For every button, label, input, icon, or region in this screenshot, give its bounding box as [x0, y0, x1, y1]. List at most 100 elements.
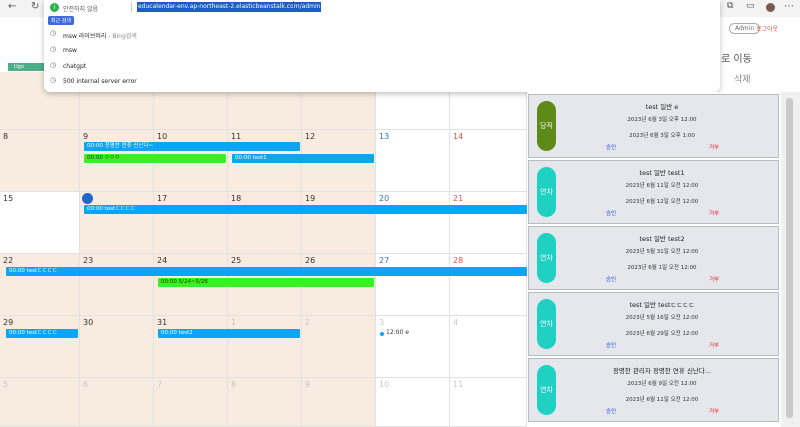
day-cell[interactable]: 22 [0, 254, 80, 316]
event-bar[interactable]: 00:00 ㅇㅇㅇ [84, 154, 226, 163]
day-cell[interactable]: 17 [154, 192, 228, 254]
card-end: 2023년 6월 1일 오전 12:00 [627, 265, 697, 271]
security-icon[interactable]: i [50, 3, 59, 12]
profile-avatar[interactable] [766, 3, 775, 12]
day-cell[interactable]: 4 [450, 316, 527, 378]
approve-button[interactable]: 승인 [606, 407, 616, 415]
reject-button[interactable]: 거부 [709, 407, 719, 415]
delete-label[interactable]: 삭제 [734, 72, 751, 85]
move-label[interactable]: 로 이동 [721, 50, 752, 65]
event-dot [380, 332, 384, 336]
event-bar[interactable]: 00:00 test1 [232, 154, 374, 163]
request-card: 연차 test 일반 testㄷㄷㄷㄷ 2023년 5월 16일 오전 12:0… [528, 292, 779, 356]
suggestion-text: msw 라이브러리 [63, 33, 107, 40]
day-number: 23 [83, 256, 94, 265]
event-bar[interactable]: 00:00 test2 [158, 329, 300, 338]
reject-button[interactable]: 거부 [709, 143, 719, 151]
day-cell[interactable]: 15 [0, 192, 80, 254]
event-bar[interactable]: 00:00 정명찬 연휴 신난다~ [84, 142, 300, 151]
day-number: 22 [3, 256, 14, 265]
suggestion-item[interactable]: ◷ chatgpt [44, 59, 720, 74]
day-cell[interactable]: 1 [228, 316, 302, 378]
calendar-grid: 1 Ugo 8 9 10 11 12 13 14 15 16 17 18 19 … [0, 62, 527, 427]
approve-button[interactable]: 승인 [606, 275, 616, 283]
day-cell[interactable]: 3 [376, 316, 450, 378]
day-cell[interactable]: 6 [80, 378, 154, 427]
event-bar[interactable]: 00:00 5/24~5/26 [158, 278, 374, 287]
reject-button[interactable]: 거부 [709, 209, 719, 217]
security-label[interactable]: 안전하지 않음 [63, 4, 98, 13]
day-cell[interactable]: 28 [450, 254, 527, 316]
day-cell[interactable]: 14 [450, 130, 527, 192]
card-start: 2023년 6월 9일 오전 12:00 [627, 381, 697, 387]
day-number: 11 [453, 380, 464, 389]
suggestion-item[interactable]: ◷ 500 internal server error [44, 74, 720, 89]
day-number: 9 [83, 132, 89, 141]
day-number: 27 [379, 256, 390, 265]
suggestion-text: 500 internal server error [63, 78, 137, 85]
day-cell[interactable]: 23 [80, 254, 154, 316]
history-icon: ◷ [50, 61, 57, 69]
day-cell[interactable]: 30 [80, 316, 154, 378]
request-card: 연차 test 일반 test1 2023년 6월 11일 오전 12:00 2… [528, 160, 779, 224]
approve-button[interactable]: 승인 [606, 341, 616, 349]
day-cell[interactable]: 20 [376, 192, 450, 254]
back-icon[interactable]: ← [8, 1, 16, 12]
suggestion-item[interactable]: ◷ msw 라이브러리 - Bing검색 [44, 27, 720, 42]
day-cell[interactable]: 10 [376, 378, 450, 427]
day-cell[interactable]: 2 [302, 316, 376, 378]
card-start: 2023년 5월 16일 오전 12:00 [625, 315, 699, 321]
card-start: 2023년 6월 3일 오후 12:00 [627, 117, 697, 123]
suggestion-item[interactable]: ◷ msw [44, 43, 720, 58]
day-number: 20 [379, 194, 390, 203]
text-cursor: I [292, 0, 295, 11]
collections-icon[interactable]: ⧉ [727, 1, 733, 11]
day-cell[interactable]: 5 [0, 378, 80, 427]
event-bar[interactable]: 00:00 testㄷㄷㄷㄷ [6, 329, 78, 338]
day-cell[interactable]: 21 [450, 192, 527, 254]
scrollbar[interactable] [781, 92, 800, 427]
reject-button[interactable]: 거부 [709, 341, 719, 349]
day-number: 10 [157, 132, 168, 141]
recent-search-label: 최근 검색 [48, 16, 74, 25]
event-bar[interactable]: 00:00 testㄷㄷㄷㄷ [84, 205, 527, 214]
tabs-icon[interactable]: ▭ [746, 1, 755, 11]
day-cell[interactable]: 19 [302, 192, 376, 254]
day-number: 13 [379, 132, 390, 141]
day-number: 12 [305, 132, 316, 141]
history-icon: ◷ [50, 76, 57, 84]
refresh-icon[interactable]: ↻ [31, 1, 39, 12]
day-cell[interactable]: 29 [0, 316, 80, 378]
day-cell[interactable]: 8 [0, 130, 80, 192]
suggestion-text: chatgpt [63, 63, 87, 70]
approve-button[interactable]: 승인 [606, 143, 616, 151]
day-number: 4 [453, 318, 459, 327]
event-inline[interactable]: 12:00 e [386, 329, 409, 336]
day-number: 6 [83, 380, 89, 389]
day-number: 11 [231, 132, 242, 141]
card-title: test 일반 test2 [639, 235, 685, 243]
day-cell[interactable]: 18 [228, 192, 302, 254]
day-cell[interactable]: 9 [302, 378, 376, 427]
more-icon[interactable]: ⋯ [784, 1, 794, 12]
day-cell[interactable]: 27 [376, 254, 450, 316]
day-number: 21 [453, 194, 464, 203]
scrollbar-thumb[interactable] [786, 98, 793, 418]
day-cell[interactable]: 11 [450, 378, 527, 427]
day-number: 30 [83, 318, 94, 327]
logout-link[interactable]: 로그아웃 [756, 24, 778, 33]
badge-leave: 연차 [537, 299, 556, 349]
request-card: 연차 정명찬 관리자 정명찬 연휴 신난다... 2023년 6월 9일 오전 … [528, 358, 779, 422]
day-cell[interactable]: 31 [154, 316, 228, 378]
day-number: 28 [453, 256, 464, 265]
event-bar[interactable]: 00:00 testㄷㄷㄷㄷ [6, 267, 527, 276]
card-title: test 일반 testㄷㄷㄷㄷ [629, 301, 695, 309]
day-cell[interactable]: 13 [376, 130, 450, 192]
day-number: 29 [3, 318, 14, 327]
approve-button[interactable]: 승인 [606, 209, 616, 217]
reject-button[interactable]: 거부 [709, 275, 719, 283]
day-number: 1 [231, 318, 237, 327]
day-cell[interactable]: 7 [154, 378, 228, 427]
badge-leave: 연차 [537, 365, 556, 415]
day-cell[interactable]: 8 [228, 378, 302, 427]
